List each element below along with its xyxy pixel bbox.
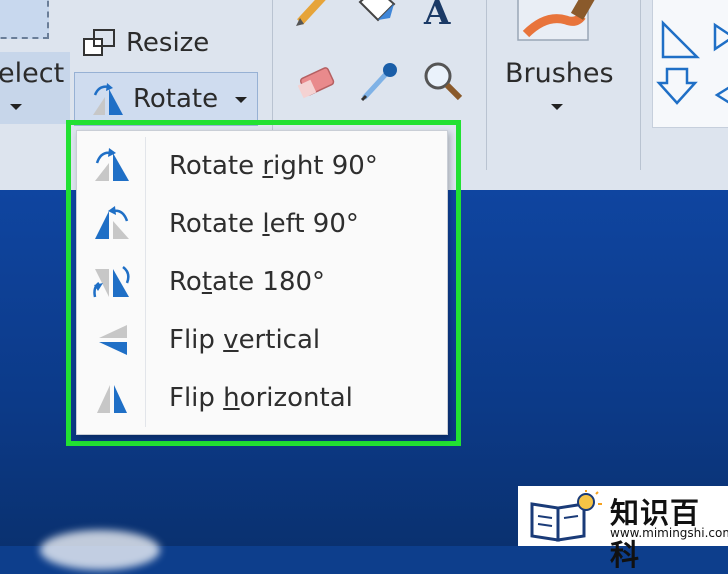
svg-text:A: A — [423, 0, 451, 28]
menu-item-label: Rotate left 90° — [169, 209, 359, 239]
menu-item-label: Flip horizontal — [169, 383, 353, 413]
pencil-icon[interactable] — [294, 0, 334, 28]
eraser-icon[interactable] — [294, 60, 342, 102]
menu-item-rotate-180[interactable]: Rotate 180° — [77, 253, 447, 311]
rotate-left-icon — [95, 206, 129, 239]
shapes-gallery[interactable] — [652, 0, 728, 128]
watermark-url: www.mimingshi.com — [610, 526, 728, 540]
select-region-icon[interactable] — [0, 0, 49, 39]
divider — [486, 0, 487, 170]
watermark: 知识百科 www.mimingshi.com — [518, 486, 728, 572]
menu-item-rotate-right[interactable]: Rotate right 90° — [77, 137, 447, 195]
flip-vertical-icon — [99, 325, 127, 355]
brushes-label: Brushes — [505, 58, 614, 89]
rotate-menu: Rotate right 90° Rotate left 90° Rotate … — [76, 130, 448, 435]
divider — [640, 0, 641, 170]
magnifier-icon[interactable] — [420, 58, 466, 104]
rotate-icon — [93, 83, 123, 115]
rotate-label: Rotate — [133, 84, 219, 114]
menu-item-label: Flip vertical — [169, 325, 321, 355]
menu-item-flip-vertical[interactable]: Flip vertical — [77, 311, 447, 369]
menu-item-rotate-left[interactable]: Rotate left 90° — [77, 195, 447, 253]
rotate-right-icon — [95, 148, 129, 181]
menu-item-label: Rotate right 90° — [169, 151, 378, 181]
flip-horizontal-icon — [97, 385, 127, 413]
brushes-dropdown-caret[interactable] — [551, 104, 563, 110]
rotate-180-icon — [93, 266, 130, 298]
menu-item-label: Rotate 180° — [169, 267, 326, 297]
shapes-icons — [656, 19, 728, 105]
cloud-decoration — [40, 530, 160, 570]
resize-label: Resize — [126, 28, 210, 58]
rotate-button[interactable]: Rotate — [74, 72, 258, 126]
book-lightbulb-icon — [530, 490, 602, 542]
rotate-dropdown-caret — [235, 97, 247, 103]
fill-bucket-icon[interactable] — [354, 0, 402, 28]
menu-item-flip-horizontal[interactable]: Flip horizontal — [77, 369, 447, 427]
resize-icon — [83, 29, 115, 56]
color-picker-icon[interactable] — [356, 58, 402, 104]
select-dropdown-caret[interactable] — [10, 104, 22, 110]
select-label: elect — [0, 58, 65, 89]
brushes-icon[interactable] — [516, 0, 600, 46]
resize-button[interactable]: Resize — [82, 22, 209, 64]
text-icon[interactable]: A — [420, 0, 464, 28]
